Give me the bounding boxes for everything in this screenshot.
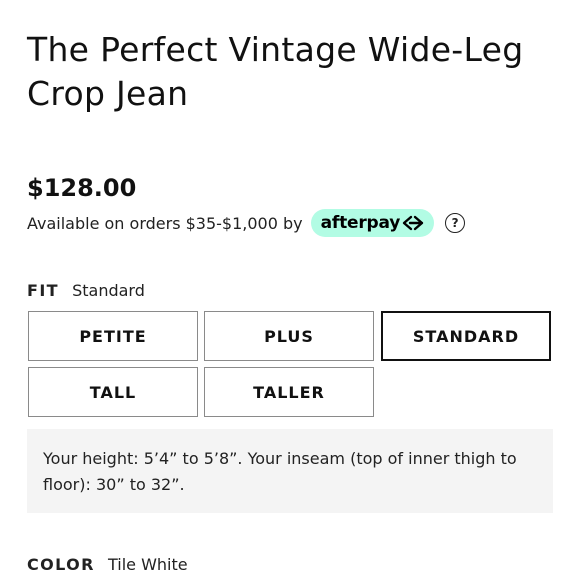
fit-label-key: FIT [27, 281, 59, 300]
color-selected-value: Tile White [107, 555, 188, 574]
afterpay-availability: Available on orders $35-$1,000 by afterp… [27, 207, 466, 239]
fit-selected-value: Standard [72, 281, 145, 300]
afterpay-logo-icon [402, 215, 424, 231]
afterpay-badge[interactable]: afterpay [310, 209, 435, 237]
afterpay-label: afterpay [320, 213, 401, 233]
fit-option-tall[interactable]: TALL [28, 367, 198, 417]
color-label: COLOR Tile White [27, 554, 188, 576]
availability-text: Available on orders $35-$1,000 by [27, 213, 303, 233]
fit-option-petite[interactable]: PETITE [28, 311, 198, 361]
fit-option-taller[interactable]: TALLER [204, 367, 374, 417]
product-title: The Perfect Vintage Wide-Leg Crop Jean [27, 30, 524, 113]
color-label-key: COLOR [27, 555, 95, 574]
product-price: $128.00 [27, 174, 137, 202]
fit-info-panel: Your height: 5’4” to 5’8”. Your inseam (… [27, 429, 553, 513]
fit-label: FIT Standard [27, 280, 145, 302]
help-icon[interactable]: ? [445, 213, 466, 233]
fit-option-standard[interactable]: STANDARD [381, 311, 551, 361]
fit-option-plus[interactable]: PLUS [204, 311, 374, 361]
